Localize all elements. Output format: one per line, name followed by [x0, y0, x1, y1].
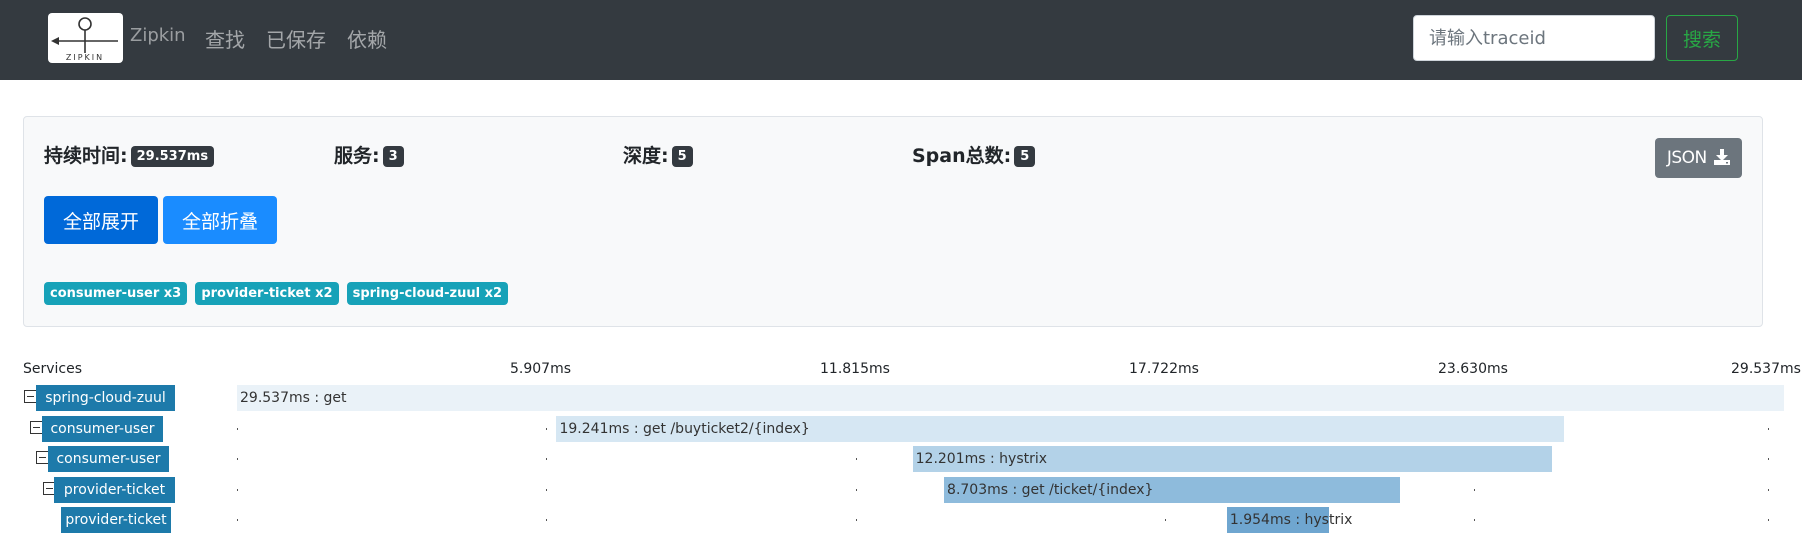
- duration-badge: 29.537ms: [130, 146, 215, 167]
- services-column-header: Services: [23, 361, 83, 377]
- span-duration-bar[interactable]: [237, 385, 1784, 411]
- trace-timeline: Services 5.907ms 11.815ms 17.722ms 23.63…: [0, 355, 1802, 535]
- expand-all-button[interactable]: 全部展开: [44, 196, 158, 244]
- span-label: 8.703ms : get /ticket/{index}: [947, 481, 1154, 498]
- gridline-dot: [546, 458, 547, 460]
- gridline-dot: [1474, 519, 1475, 521]
- gridline-dot: [1768, 427, 1769, 430]
- json-button-label: JSON: [1666, 148, 1707, 168]
- services-badge: 3: [382, 146, 404, 167]
- gridline-dot: [1768, 458, 1769, 460]
- span-label: 12.201ms : hystrix: [915, 451, 1048, 467]
- nav-link-dependencies[interactable]: 依赖: [347, 24, 387, 53]
- download-icon: [1714, 149, 1731, 165]
- gridline-dot: [237, 519, 238, 521]
- span-total-label: Span总数:: [912, 145, 1012, 167]
- service-tag-consumer-user[interactable]: consumer-user x3: [44, 282, 188, 305]
- time-tick-3: 17.722ms: [1129, 361, 1199, 377]
- span-service-name[interactable]: consumer-user: [48, 446, 169, 472]
- traceid-search-input[interactable]: [1413, 15, 1655, 61]
- span-row[interactable]: provider-ticket 8.703ms : get /ticket/{in…: [0, 475, 1802, 505]
- span-row[interactable]: spring-cloud-zuul 29.537ms : get: [0, 383, 1802, 413]
- span-label: 1.954ms : hystrix: [1229, 512, 1353, 528]
- span-row[interactable]: provider-ticket 1.954ms : hystrix: [0, 505, 1802, 535]
- span-label: 19.241ms : get /buyticket2/{index}: [559, 420, 810, 437]
- gridline-dot: [237, 458, 238, 460]
- collapse-all-button[interactable]: 全部折叠: [163, 196, 277, 244]
- depth-badge: 5: [671, 146, 693, 167]
- span-row[interactable]: consumer-user 19.241ms : get /buyticket2/…: [0, 414, 1802, 444]
- gridline-dot: [1768, 519, 1769, 521]
- span-row[interactable]: consumer-user 12.201ms : hystrix: [0, 444, 1802, 474]
- service-tag-spring-cloud-zuul[interactable]: spring-cloud-zuul x2: [346, 282, 508, 305]
- json-download-button[interactable]: JSON: [1655, 138, 1742, 178]
- service-tag-list: consumer-user x3 provider-ticket x2 spri…: [44, 282, 511, 305]
- logo-text: ZIPKIN: [66, 53, 104, 62]
- time-tick-1: 5.907ms: [510, 361, 572, 377]
- gridline-dot: [1165, 519, 1166, 521]
- span-total-badge: 5: [1014, 146, 1036, 167]
- zipkin-logo[interactable]: ZIPKIN: [48, 13, 123, 63]
- depth-stat: 深度: 5: [623, 141, 693, 168]
- span-service-name[interactable]: spring-cloud-zuul: [36, 385, 175, 411]
- top-navbar: ZIPKIN Zipkin 查找 已保存 依赖 搜索: [0, 0, 1802, 80]
- services-stat: 服务: 3: [334, 141, 404, 168]
- span-label: 29.537ms : get: [240, 390, 347, 406]
- trace-summary-card: 持续时间: 29.537ms 服务: 3 深度: 5 Span总数: 5 JSON 全部…: [23, 116, 1763, 327]
- gridline-dot: [546, 427, 547, 430]
- duration-label: 持续时间:: [44, 145, 128, 167]
- gridline-dot: [1474, 488, 1475, 491]
- gridline-dot: [856, 488, 857, 491]
- services-label: 服务:: [334, 145, 380, 167]
- gridline-dot: [546, 488, 547, 491]
- zipkin-logo-graphic: ZIPKIN: [51, 17, 118, 62]
- duration-stat: 持续时间: 29.537ms: [44, 141, 215, 168]
- span-total-stat: Span总数: 5: [912, 141, 1036, 168]
- gridline-dot: [237, 427, 238, 430]
- gridline-dot: [856, 458, 857, 460]
- service-tag-provider-ticket[interactable]: provider-ticket x2: [195, 282, 339, 305]
- depth-label: 深度:: [623, 145, 669, 167]
- gridline-dot: [856, 519, 857, 521]
- time-tick-5: 29.537ms: [1731, 361, 1801, 377]
- brand-name[interactable]: Zipkin: [130, 25, 186, 46]
- time-tick-2: 11.815ms: [820, 361, 890, 377]
- time-tick-4: 23.630ms: [1438, 361, 1508, 377]
- gridline-dot: [1768, 488, 1769, 491]
- span-service-name[interactable]: provider-ticket: [61, 507, 171, 533]
- search-button[interactable]: 搜索: [1666, 15, 1738, 61]
- nav-link-find[interactable]: 查找: [205, 24, 245, 53]
- span-service-name[interactable]: consumer-user: [42, 415, 163, 442]
- nav-link-saved[interactable]: 已保存: [266, 24, 326, 53]
- gridline-dot: [237, 488, 238, 491]
- span-service-name[interactable]: provider-ticket: [54, 476, 175, 503]
- gridline-dot: [546, 519, 547, 521]
